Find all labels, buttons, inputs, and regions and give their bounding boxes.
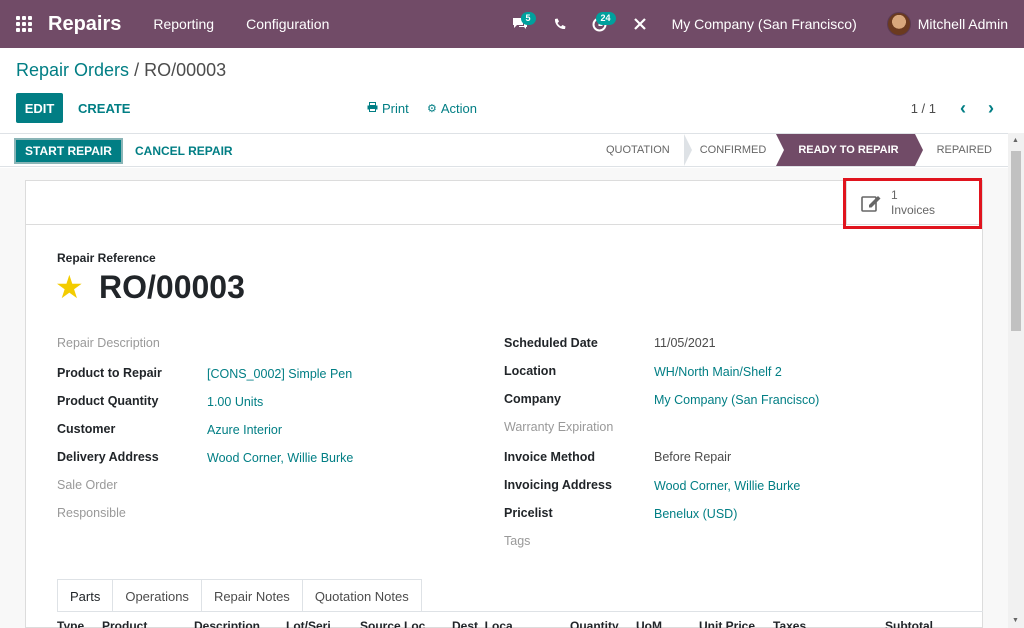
- scheduled-date-value: 11/05/2021: [654, 336, 716, 350]
- user-name: Mitchell Admin: [917, 16, 1008, 32]
- location-label: Location: [504, 364, 557, 378]
- tab-repair-notes[interactable]: Repair Notes: [201, 579, 303, 612]
- print-label: Print: [382, 100, 409, 116]
- column-uom[interactable]: UoM: [636, 619, 662, 628]
- location-value[interactable]: WH/North Main/Shelf 2: [654, 365, 782, 379]
- tab-divider: [57, 611, 983, 612]
- cancel-repair-button[interactable]: CANCEL REPAIR: [135, 138, 233, 164]
- stage-quotation[interactable]: QUOTATION: [592, 134, 692, 166]
- pricelist-label: Pricelist: [504, 506, 553, 520]
- tab-quotation-notes[interactable]: Quotation Notes: [302, 579, 422, 612]
- tab-parts[interactable]: Parts: [57, 579, 114, 612]
- stage-repaired[interactable]: REPAIRED: [915, 134, 1008, 166]
- activities-badge: 24: [595, 12, 616, 25]
- invoices-smart-button[interactable]: 1 Invoices: [846, 181, 982, 225]
- stage-pipeline: QUOTATION CONFIRMED READY TO REPAIR REPA…: [592, 134, 1008, 166]
- column-product[interactable]: Product: [102, 619, 147, 628]
- product-quantity-value: 1.00 Units: [207, 395, 263, 409]
- company-value[interactable]: My Company (San Francisco): [654, 393, 819, 407]
- customer-value[interactable]: Azure Interior: [207, 423, 282, 437]
- product-quantity-unit[interactable]: Units: [235, 395, 263, 409]
- invoices-label: Invoices: [891, 203, 936, 217]
- product-quantity-number: 1.00: [207, 395, 232, 409]
- vertical-scrollbar[interactable]: ▲ ▼: [1008, 133, 1024, 628]
- menu-reporting[interactable]: Reporting: [153, 16, 214, 32]
- pager-value[interactable]: 1 / 1: [911, 93, 936, 123]
- messages-badge: 5: [520, 12, 536, 25]
- column-destination-location[interactable]: Dest. Loca: [452, 619, 513, 628]
- repair-reference-label: Repair Reference: [57, 251, 156, 265]
- repair-reference-title: RO/00003: [99, 269, 245, 305]
- column-lot-serial[interactable]: Lot/Seri: [286, 619, 331, 628]
- action-menu[interactable]: ⚙ Action: [427, 93, 477, 123]
- notebook-tabs: Parts Operations Repair Notes Quotation …: [57, 579, 422, 612]
- create-button[interactable]: CREATE: [78, 93, 130, 123]
- company-switcher[interactable]: My Company (San Francisco): [672, 16, 857, 32]
- debug-tools-icon[interactable]: [620, 0, 660, 48]
- delivery-address-value[interactable]: Wood Corner, Willie Burke: [207, 451, 353, 465]
- responsible-label: Responsible: [57, 506, 126, 520]
- product-to-repair-label: Product to Repair: [57, 366, 162, 380]
- activities-icon[interactable]: 24: [580, 0, 620, 48]
- top-navbar: Repairs Reporting Configuration 5 24 My …: [0, 0, 1024, 48]
- breadcrumb-separator: /: [134, 60, 140, 80]
- column-taxes[interactable]: Taxes: [773, 619, 806, 628]
- user-menu[interactable]: Mitchell Admin: [886, 12, 1008, 36]
- start-repair-button[interactable]: START REPAIR: [14, 138, 123, 164]
- user-avatar: [886, 12, 911, 36]
- button-box: 1 Invoices: [26, 181, 982, 225]
- app-title[interactable]: Repairs: [48, 13, 121, 36]
- menu-configuration[interactable]: Configuration: [246, 16, 329, 32]
- invoicing-address-label: Invoicing Address: [504, 478, 612, 492]
- stage-ready-to-repair[interactable]: READY TO REPAIR: [776, 134, 923, 166]
- breadcrumb-current: RO/00003: [144, 60, 227, 80]
- column-subtotal[interactable]: Subtotal: [885, 619, 933, 628]
- product-quantity-label: Product Quantity: [57, 394, 159, 408]
- invoice-method-label: Invoice Method: [504, 450, 595, 464]
- warranty-expiration-label: Warranty Expiration: [504, 420, 614, 434]
- product-to-repair-value[interactable]: [CONS_0002] Simple Pen: [207, 367, 352, 381]
- column-quantity[interactable]: Quantity: [570, 619, 619, 628]
- print-icon: [367, 101, 378, 115]
- messages-icon[interactable]: 5: [500, 0, 540, 48]
- star-icon[interactable]: ★: [55, 270, 84, 304]
- phone-icon[interactable]: [540, 0, 580, 48]
- breadcrumb: Repair Orders / RO/00003: [16, 60, 226, 81]
- column-source-location[interactable]: Source Loc: [360, 619, 425, 628]
- repair-description-label: Repair Description: [57, 336, 160, 350]
- tags-label: Tags: [504, 534, 531, 548]
- scheduled-date-label: Scheduled Date: [504, 336, 598, 350]
- status-bar: START REPAIR CANCEL REPAIR QUOTATION CON…: [0, 133, 1008, 167]
- tab-operations[interactable]: Operations: [113, 579, 202, 612]
- invoices-count: 1: [891, 188, 898, 202]
- scroll-down-icon[interactable]: ▼: [1012, 617, 1019, 624]
- column-unit-price[interactable]: Unit Price: [699, 619, 755, 628]
- column-description[interactable]: Description: [194, 619, 260, 628]
- pricelist-value[interactable]: Benelux (USD): [654, 507, 737, 521]
- pager-previous-icon[interactable]: ‹: [960, 93, 966, 123]
- scroll-up-icon[interactable]: ▲: [1012, 137, 1019, 144]
- gear-icon: ⚙: [427, 102, 437, 115]
- print-menu[interactable]: Print: [367, 93, 409, 123]
- invoice-method-value: Before Repair: [654, 450, 732, 464]
- company-label: Company: [504, 392, 561, 406]
- invoicing-address-value[interactable]: Wood Corner, Willie Burke: [654, 479, 800, 493]
- customer-label: Customer: [57, 422, 116, 436]
- edit-button[interactable]: EDIT: [16, 93, 63, 123]
- edit-invoice-icon: [861, 193, 883, 213]
- scroll-thumb[interactable]: [1011, 151, 1021, 331]
- action-label: Action: [440, 100, 478, 116]
- delivery-address-label: Delivery Address: [57, 450, 159, 464]
- stage-confirmed[interactable]: CONFIRMED: [686, 134, 777, 166]
- column-type[interactable]: Type: [57, 619, 84, 628]
- pager-next-icon[interactable]: ›: [988, 93, 994, 123]
- sale-order-label: Sale Order: [57, 478, 118, 492]
- breadcrumb-repair-orders[interactable]: Repair Orders: [16, 60, 129, 80]
- apps-menu-icon[interactable]: [0, 0, 48, 48]
